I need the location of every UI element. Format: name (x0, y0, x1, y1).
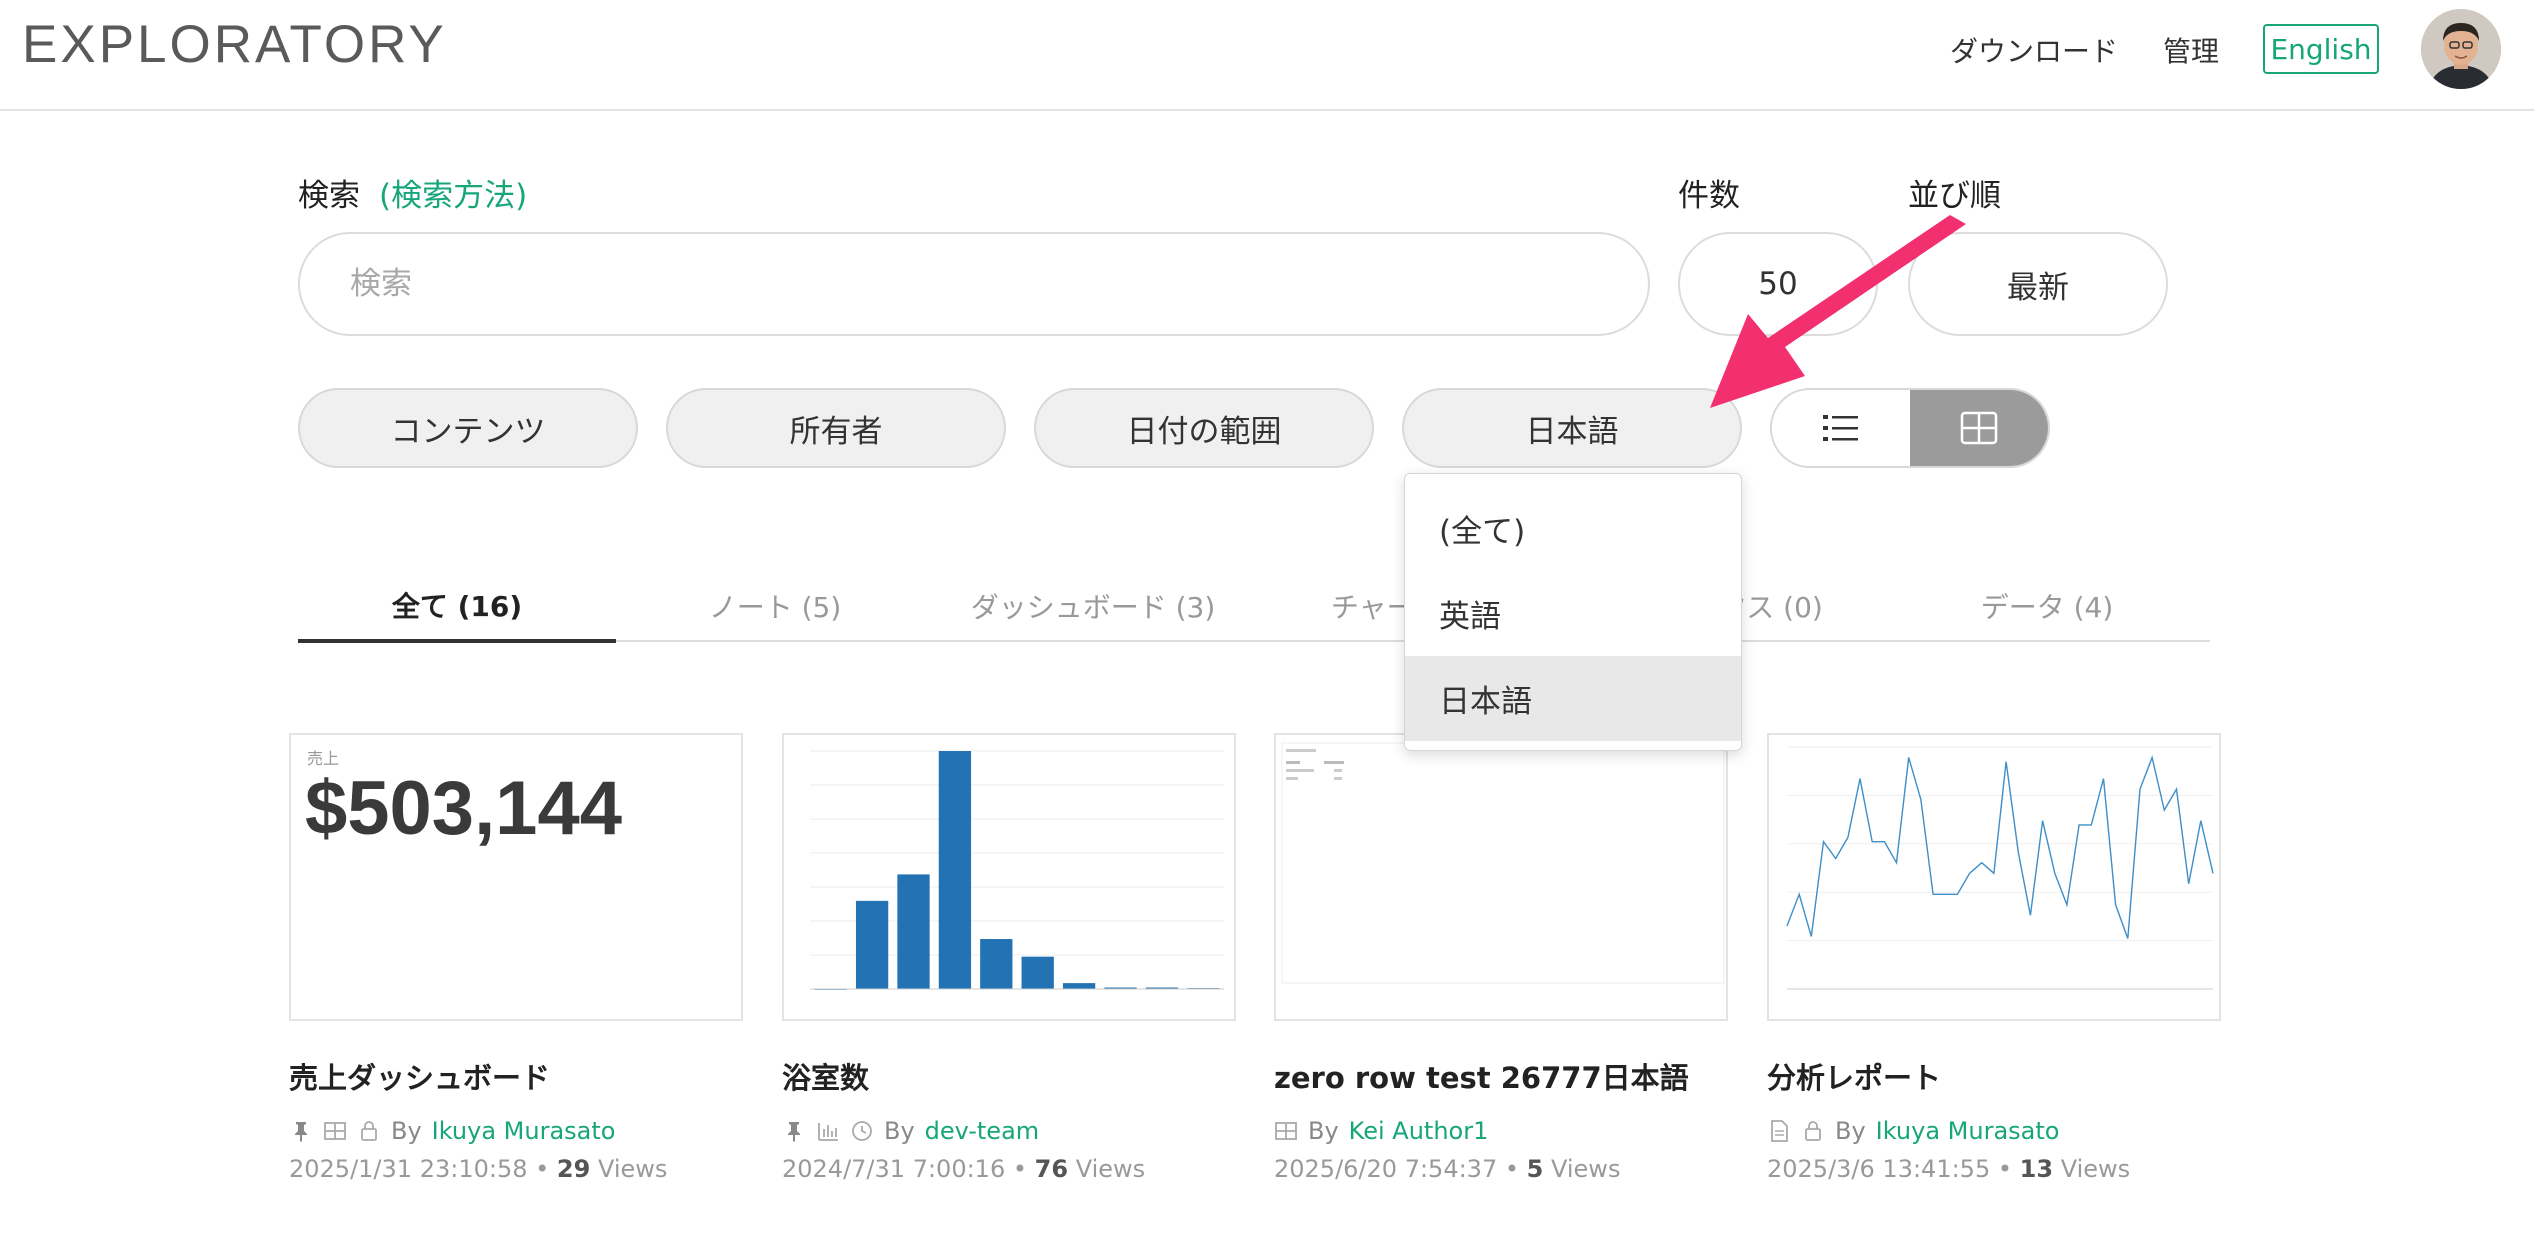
nav-admin-link[interactable]: 管理 (2163, 30, 2219, 70)
card-title[interactable]: 浴室数 (782, 1055, 1236, 1097)
filter-owner-button[interactable]: 所有者 (666, 388, 1006, 468)
language-dropdown-menu: (全て) 英語 日本語 (1404, 473, 1742, 751)
line-chart (1786, 746, 2214, 990)
avatar-portrait-icon (2421, 9, 2501, 89)
bar (980, 939, 1013, 989)
card-thumbnail[interactable] (1767, 733, 2221, 1021)
author-link[interactable]: Ikuya Murasato (432, 1117, 616, 1145)
bar (897, 874, 930, 989)
view-count: 76 (1034, 1155, 1069, 1183)
tab-data[interactable]: データ (4) (1888, 570, 2206, 642)
top-header: EXPLORATORY ダウンロード 管理 English (0, 0, 2534, 111)
app-logo[interactable]: EXPLORATORY (22, 14, 447, 75)
card-meta: By dev-team (782, 1117, 1236, 1145)
chart-icon (818, 1123, 838, 1141)
search-label: 検索 (298, 178, 360, 214)
card-date: 2025/6/20 7:54:37 (1274, 1155, 1498, 1183)
by-label: By (1835, 1117, 1866, 1145)
search-input[interactable] (298, 232, 1650, 336)
author-link[interactable]: Kei Author1 (1349, 1117, 1489, 1145)
dashboard-icon (324, 1122, 346, 1140)
view-count: 5 (1526, 1155, 1544, 1183)
bar-chart (810, 750, 1224, 990)
pin-icon (295, 1122, 307, 1142)
tab-dashboards[interactable]: ダッシュボード (3) (934, 570, 1252, 642)
bar (1021, 956, 1054, 989)
card-date: 2024/7/31 7:00:16 (782, 1155, 1006, 1183)
tab-notes[interactable]: ノート (5) (616, 570, 934, 642)
user-avatar[interactable] (2421, 9, 2501, 89)
views-label: Views (1075, 1155, 1146, 1183)
kpi-value: $503,144 (305, 766, 622, 851)
pin-icon (788, 1122, 800, 1142)
author-link[interactable]: Ikuya Murasato (1876, 1117, 2060, 1145)
content-type-tabs: 全て (16) ノート (5) ダッシュボード (3) チャート (4) メトリ… (298, 570, 2210, 643)
views-label: Views (1550, 1155, 1621, 1183)
lock-icon (361, 1121, 377, 1141)
by-label: By (1308, 1117, 1339, 1145)
lock-icon (1805, 1121, 1821, 1141)
bar (1062, 983, 1096, 989)
content-card[interactable]: 浴室数 By dev-team 2024/7/31 7:00:16 • 76 V… (782, 733, 1236, 1183)
card-meta: By Kei Author1 (1274, 1117, 1728, 1145)
card-thumbnail[interactable] (1274, 733, 1728, 1021)
clock-icon (852, 1121, 872, 1141)
view-count: 13 (2019, 1155, 2054, 1183)
language-switch-button[interactable]: English (2263, 24, 2379, 74)
content-card[interactable]: zero row test 26777日本語 By Kei Author1 20… (1274, 733, 1728, 1183)
views-label: Views (2060, 1155, 2131, 1183)
card-title[interactable]: 売上ダッシュボード (289, 1055, 743, 1097)
card-thumbnail[interactable]: 売上 $503,144 (289, 733, 743, 1021)
filter-content-button[interactable]: コンテンツ (298, 388, 638, 468)
content-card[interactable]: 分析レポート By Ikuya Murasato 2025/3/6 13:41:… (1767, 733, 2221, 1183)
views-label: Views (597, 1155, 668, 1183)
card-meta: By Ikuya Murasato (289, 1117, 743, 1145)
language-option-english[interactable]: 英語 (1405, 571, 1741, 656)
tab-all[interactable]: 全て (16) (298, 570, 616, 643)
card-meta: By Ikuya Murasato (1767, 1117, 2221, 1145)
list-icon (1823, 415, 1858, 441)
card-stats: 2025/3/6 13:41:55 • 13 Views (1767, 1155, 2131, 1183)
table-preview (1281, 742, 1725, 984)
by-label: By (884, 1117, 915, 1145)
card-thumbnail[interactable] (782, 733, 1236, 1021)
annotation-arrow-icon (1710, 215, 1966, 408)
bar (855, 900, 889, 989)
sort-label: 並び順 (1908, 178, 2001, 214)
content-card[interactable]: 売上 $503,144 売上ダッシュボード By Ikuya Murasato … (289, 733, 743, 1183)
series-line (1786, 755, 2214, 939)
search-help-link[interactable]: (検索方法) (379, 170, 527, 215)
card-title[interactable]: 分析レポート (1767, 1055, 2221, 1097)
card-title[interactable]: zero row test 26777日本語 (1274, 1055, 1728, 1097)
language-option-japanese[interactable]: 日本語 (1405, 656, 1741, 741)
card-date: 2025/1/31 23:10:58 (289, 1155, 528, 1183)
language-option-all[interactable]: (全て) (1405, 486, 1741, 571)
card-stats: 2024/7/31 7:00:16 • 76 Views (782, 1155, 1146, 1183)
grid-icon (1960, 411, 1998, 445)
count-label: 件数 (1678, 178, 1740, 214)
dashboard-icon (1275, 1122, 1297, 1140)
filter-date-range-button[interactable]: 日付の範囲 (1034, 388, 1374, 468)
card-date: 2025/3/6 13:41:55 (1767, 1155, 1991, 1183)
card-stats: 2025/1/31 23:10:58 • 29 Views (289, 1155, 668, 1183)
card-stats: 2025/6/20 7:54:37 • 5 Views (1274, 1155, 1621, 1183)
author-link[interactable]: dev-team (925, 1117, 1039, 1145)
bar (938, 751, 972, 989)
note-icon (1771, 1120, 1788, 1142)
nav-download-link[interactable]: ダウンロード (1950, 30, 2118, 70)
by-label: By (391, 1117, 422, 1145)
view-count: 29 (556, 1155, 591, 1183)
